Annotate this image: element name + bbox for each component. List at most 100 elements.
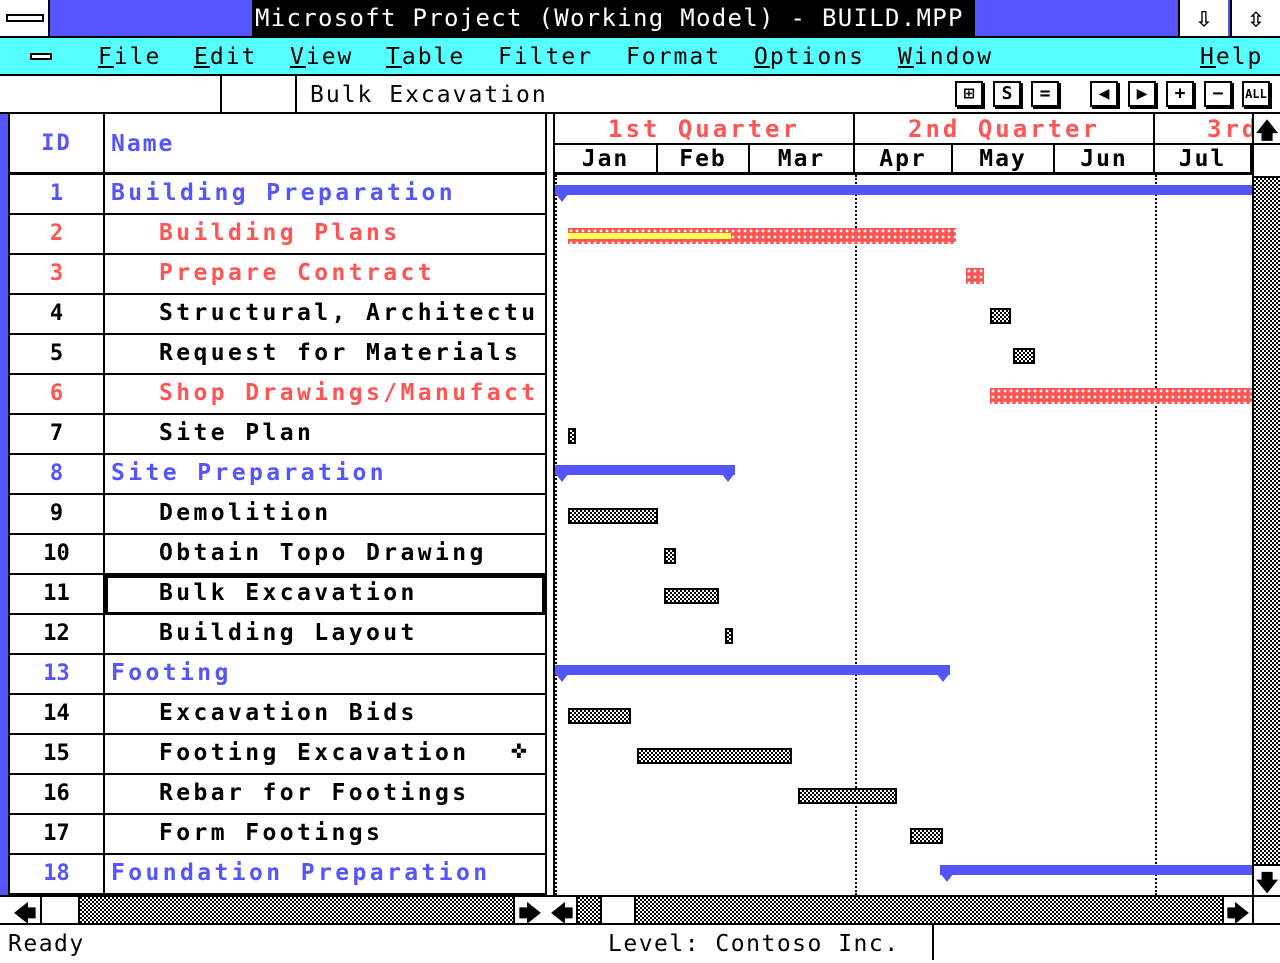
task-id[interactable]: 4	[10, 295, 105, 335]
table-scroll-thumb[interactable]	[42, 897, 80, 923]
task-name[interactable]: Building Preparation	[105, 175, 545, 215]
minimize-button[interactable]: ⇩	[1178, 0, 1228, 36]
table-row[interactable]: 16 Rebar for Footings	[10, 775, 545, 815]
critical-task-bar[interactable]	[965, 268, 984, 284]
table-row[interactable]: 10 Obtain Topo Drawing	[10, 535, 545, 575]
table-row[interactable]: 15 Footing Excavation	[10, 735, 545, 775]
task-name[interactable]: Demolition	[105, 495, 545, 535]
menu-view[interactable]: View	[290, 38, 353, 74]
table-row[interactable]: 12 Building Layout	[10, 615, 545, 655]
task-name[interactable]: Rebar for Footings	[105, 775, 545, 815]
task-name[interactable]: Prepare Contract	[105, 255, 545, 295]
normal-task-bar[interactable]	[910, 828, 944, 844]
table-row[interactable]: 3 Prepare Contract	[10, 255, 545, 295]
all-icon[interactable]: ALL	[1242, 81, 1270, 107]
normal-task-bar[interactable]	[1013, 348, 1035, 364]
minus-icon[interactable]: −	[1204, 81, 1232, 107]
entry-field[interactable]: Bulk Excavation	[310, 76, 548, 114]
task-id[interactable]: 10	[10, 535, 105, 575]
scroll-left-arrow-icon[interactable]: 🡄	[10, 897, 42, 927]
task-name[interactable]: Site Plan	[105, 415, 545, 455]
summary-task-bar[interactable]	[555, 665, 950, 682]
menu-file[interactable]: File	[98, 38, 161, 74]
task-id[interactable]: 17	[10, 815, 105, 855]
menu-format[interactable]: Format	[626, 38, 721, 74]
task-name[interactable]: Building Plans	[105, 215, 545, 255]
task-name[interactable]: Bulk Excavation	[105, 575, 545, 615]
normal-task-bar[interactable]	[664, 588, 720, 604]
task-id[interactable]: 2	[10, 215, 105, 255]
maximize-button[interactable]: ⇳	[1230, 0, 1280, 36]
menu-edit[interactable]: Edit	[194, 38, 257, 74]
arrow-right-icon[interactable]: ▶	[1128, 81, 1156, 107]
task-id[interactable]: 7	[10, 415, 105, 455]
task-id[interactable]: 5	[10, 335, 105, 375]
task-id[interactable]: 12	[10, 615, 105, 655]
table-row[interactable]: 8 Site Preparation	[10, 455, 545, 495]
table-row[interactable]: 11 Bulk Excavation	[10, 575, 545, 615]
table-hscrollbar[interactable]	[10, 897, 545, 923]
normal-task-bar[interactable]	[798, 788, 898, 804]
task-id[interactable]: 6	[10, 375, 105, 415]
task-id[interactable]: 14	[10, 695, 105, 735]
table-row[interactable]: 14 Excavation Bids	[10, 695, 545, 735]
menu-help[interactable]: Help	[1200, 38, 1263, 74]
header-name[interactable]: Name	[105, 114, 545, 175]
critical-task-bar[interactable]	[989, 388, 1252, 404]
scroll-thumb[interactable]	[1254, 145, 1280, 178]
table-row[interactable]: 7 Site Plan	[10, 415, 545, 455]
scroll-down-arrow-icon[interactable]: 🡇	[1254, 864, 1280, 896]
task-id[interactable]: 15	[10, 735, 105, 775]
equal-icon[interactable]: =	[1031, 81, 1059, 107]
task-name[interactable]: Building Layout	[105, 615, 545, 655]
normal-task-bar[interactable]	[567, 428, 576, 444]
task-id[interactable]: 1	[10, 175, 105, 215]
vertical-scrollbar[interactable]: 🡅 🡇	[1252, 114, 1280, 896]
task-id[interactable]: 13	[10, 655, 105, 695]
summary-task-bar[interactable]	[939, 865, 1252, 882]
split-bar[interactable]	[545, 114, 555, 895]
task-name[interactable]: Footing Excavation	[105, 735, 545, 775]
normal-task-bar[interactable]	[664, 548, 677, 564]
task-name[interactable]: Structural, Architectu	[105, 295, 545, 335]
table-row[interactable]: 18 Foundation Preparation	[10, 855, 545, 895]
table-row[interactable]: 6 Shop Drawings/Manufact	[10, 375, 545, 415]
task-name[interactable]: Request for Materials	[105, 335, 545, 375]
header-id[interactable]: ID	[10, 114, 105, 175]
task-name[interactable]: Obtain Topo Drawing	[105, 535, 545, 575]
form-view-icon[interactable]: ⊞	[955, 81, 983, 107]
menu-filter[interactable]: Filter	[498, 38, 593, 74]
task-name[interactable]: Excavation Bids	[105, 695, 545, 735]
scroll-right-arrow-icon[interactable]: 🡆	[513, 897, 545, 927]
scroll-left-arrow-icon[interactable]: 🡄	[548, 897, 578, 927]
normal-task-bar[interactable]	[636, 748, 792, 764]
normal-task-bar[interactable]	[567, 508, 658, 524]
document-control-icon[interactable]	[30, 53, 52, 60]
gantt-scroll-thumb[interactable]	[600, 897, 636, 923]
task-id[interactable]: 8	[10, 455, 105, 495]
table-row[interactable]: 4 Structural, Architectu	[10, 295, 545, 335]
scroll-up-arrow-icon[interactable]: 🡅	[1254, 114, 1280, 145]
menu-options[interactable]: Options	[754, 38, 865, 74]
table-row[interactable]: 2 Building Plans	[10, 215, 545, 255]
task-name[interactable]: Shop Drawings/Manufact	[105, 375, 545, 415]
gantt-hscrollbar[interactable]	[548, 897, 1252, 923]
link-icon[interactable]: S	[993, 81, 1021, 107]
normal-task-bar[interactable]	[989, 308, 1011, 324]
task-id[interactable]: 3	[10, 255, 105, 295]
task-id[interactable]: 18	[10, 855, 105, 895]
task-id[interactable]: 16	[10, 775, 105, 815]
task-id[interactable]: 11	[10, 575, 105, 615]
table-row[interactable]: 1 Building Preparation	[10, 175, 545, 215]
task-name[interactable]: Form Footings	[105, 815, 545, 855]
critical-task-bar[interactable]	[567, 228, 957, 244]
task-name[interactable]: Footing	[105, 655, 545, 695]
menu-window[interactable]: Window	[898, 38, 993, 74]
summary-task-bar[interactable]	[555, 185, 1252, 202]
normal-task-bar[interactable]	[725, 628, 734, 644]
table-row[interactable]: 9 Demolition	[10, 495, 545, 535]
table-row[interactable]: 5 Request for Materials	[10, 335, 545, 375]
arrow-left-icon[interactable]: ◀	[1090, 81, 1118, 107]
scroll-right-arrow-icon[interactable]: 🡆	[1222, 897, 1252, 927]
menu-table[interactable]: Table	[386, 38, 465, 74]
